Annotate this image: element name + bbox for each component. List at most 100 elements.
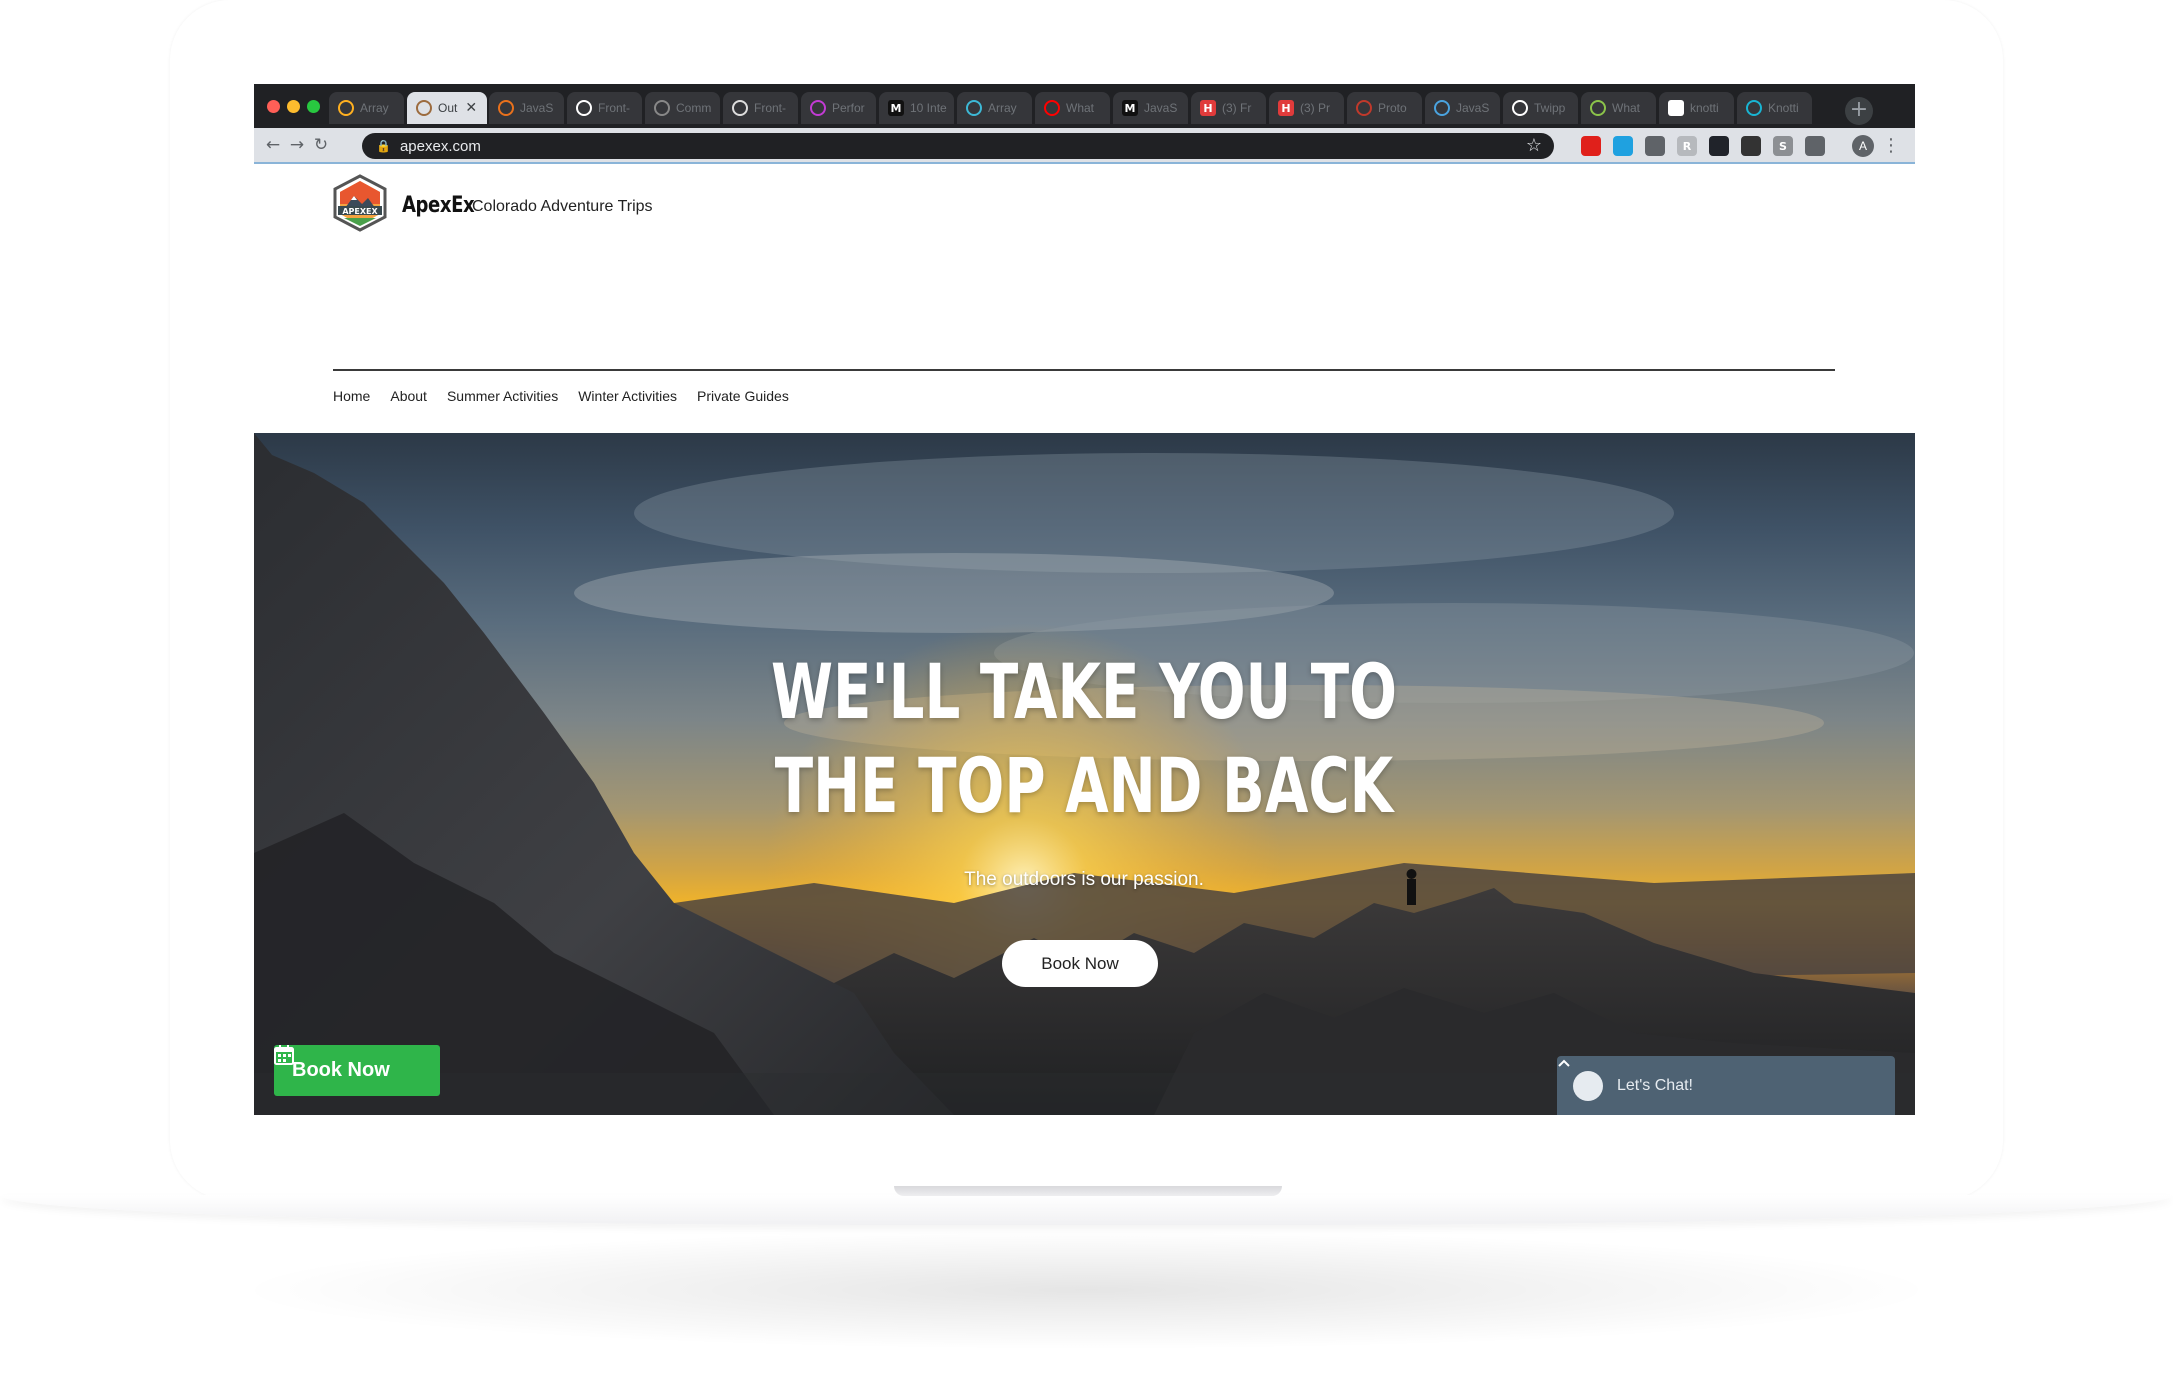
tab-bar: Array Out ✕ JavaS Front- Comm Front- Perfor M 10 …: [254, 84, 1915, 128]
jira-icon: [338, 100, 354, 116]
maximize-window-button[interactable]: [307, 100, 320, 113]
nav-home[interactable]: Home: [333, 388, 370, 404]
google-icon: G: [1668, 100, 1684, 116]
hackernoon-icon: H: [1200, 100, 1216, 116]
forward-button[interactable]: →: [286, 134, 308, 156]
apexex-logo[interactable]: APEXEX: [332, 174, 388, 232]
browser-tab-label: What: [1612, 101, 1641, 115]
apex-icon: [416, 100, 432, 116]
browser-menu-icon[interactable]: ⋮: [1882, 134, 1900, 158]
browser-tab-label: (3) Fr: [1222, 101, 1252, 115]
browser-tab[interactable]: Front-: [567, 92, 642, 124]
browser-tab[interactable]: M 10 Inte: [879, 92, 954, 124]
back-button[interactable]: ←: [262, 134, 284, 156]
fire-icon: [498, 100, 514, 116]
medium-icon: M: [1122, 100, 1138, 116]
browser-tab-label: JavaS: [1144, 101, 1178, 115]
browser-tab-label: Comm: [676, 101, 712, 115]
browser-tab[interactable]: H (3) Fr: [1191, 92, 1266, 124]
browser-tab[interactable]: Comm: [645, 92, 720, 124]
laptop-base: [0, 1195, 2173, 1225]
codepen-icon: [966, 100, 982, 116]
browser-tab-label: Twipp: [1534, 101, 1566, 115]
browser-tab[interactable]: JavaS: [1425, 92, 1500, 124]
nav-private-guides[interactable]: Private Guides: [697, 388, 789, 404]
circle-ext-icon[interactable]: [1741, 136, 1761, 156]
bookmark-star-icon[interactable]: ☆: [1526, 135, 1542, 156]
browser-tab-label: JavaS: [1456, 101, 1490, 115]
mockup-stage: Array Out ✕ JavaS Front- Comm Front- Perfor M 10 …: [0, 0, 2173, 1387]
red-circle-icon: [1356, 100, 1372, 116]
chevron-up-icon[interactable]: [1557, 1056, 1571, 1070]
tab-close-icon[interactable]: ✕: [465, 100, 477, 116]
new-tab-button[interactable]: +: [1845, 97, 1873, 125]
browser-tab[interactable]: Perfor: [801, 92, 876, 124]
browser-tab[interactable]: Proto: [1347, 92, 1422, 124]
nav-about[interactable]: About: [390, 388, 427, 404]
hero-title-line-2: THE TOP AND BACK: [774, 741, 1394, 830]
book-now-widget-label: Book Now: [292, 1059, 390, 1081]
star-icon: [810, 100, 826, 116]
browser-toolbar: ← → ↻ 🔒 apexex.com ☆ R S A ⋮: [254, 128, 1915, 164]
site-header: APEXEX ApexEx Colorado Adventure Trips H…: [254, 164, 1915, 433]
r-ext-icon[interactable]: R: [1677, 136, 1697, 156]
browser-tab-label: Out: [438, 101, 458, 115]
browser-tab[interactable]: M JavaS: [1113, 92, 1188, 124]
youtube-icon: [1044, 100, 1060, 116]
brand-tagline: Colorado Adventure Trips: [472, 198, 653, 215]
browser-tab[interactable]: Array: [957, 92, 1032, 124]
laptop-shadow: [230, 1230, 1943, 1350]
browser-tab-label: knotti: [1690, 101, 1719, 115]
profile-avatar[interactable]: A: [1852, 135, 1874, 157]
hero-section: WE'LL TAKE YOU TO THE TOP AND BACK The o…: [254, 433, 1915, 1115]
brand-name[interactable]: ApexEx: [402, 193, 475, 218]
url-text[interactable]: apexex.com: [400, 138, 481, 155]
minimize-window-button[interactable]: [287, 100, 300, 113]
browser-tab-label: JavaS: [520, 101, 554, 115]
browser-tab[interactable]: Out ✕: [407, 92, 487, 124]
laptop-notch: [894, 1186, 1282, 1196]
chat-smiley-icon: [1558, 1057, 1603, 1101]
chat-widget[interactable]: Let's Chat!: [1557, 1056, 1895, 1115]
browser-tab[interactable]: Twipp: [1503, 92, 1578, 124]
browser-tab-label: Proto: [1378, 101, 1407, 115]
hero-subtitle: The outdoors is our passion.: [964, 869, 1204, 890]
browser-tab[interactable]: Knotti: [1737, 92, 1812, 124]
bird-icon[interactable]: [1613, 136, 1633, 156]
s-ext-icon[interactable]: S: [1773, 136, 1793, 156]
browser-tab-label: Perfor: [832, 101, 865, 115]
opera-icon[interactable]: [1581, 136, 1601, 156]
hero-title: WE'LL TAKE YOU TO THE TOP AND BACK: [751, 645, 1417, 833]
reload-button[interactable]: ↻: [310, 134, 332, 156]
leaf-icon: [1590, 100, 1606, 116]
nav-summer-activities[interactable]: Summer Activities: [447, 388, 558, 404]
header-divider: [333, 369, 1835, 371]
browser-tab-label: Array: [360, 101, 389, 115]
browser-window: Array Out ✕ JavaS Front- Comm Front- Perfor M 10 …: [254, 84, 1915, 1115]
react-ext-icon[interactable]: [1709, 136, 1729, 156]
nav-winter-activities[interactable]: Winter Activities: [578, 388, 677, 404]
browser-tab[interactable]: What: [1035, 92, 1110, 124]
eyedropper-icon[interactable]: [1645, 136, 1665, 156]
chat-label: Let's Chat!: [1617, 1076, 1693, 1094]
browser-tab-label: Array: [988, 101, 1017, 115]
globe-icon: [1434, 100, 1450, 116]
browser-tab[interactable]: Gknotti: [1659, 92, 1734, 124]
hero-title-line-1: WE'LL TAKE YOU TO: [771, 647, 1397, 736]
browser-tab[interactable]: H (3) Pr: [1269, 92, 1344, 124]
medium-icon: M: [888, 100, 904, 116]
github-icon: [1512, 100, 1528, 116]
circle-icon: [1746, 100, 1762, 116]
browser-tab[interactable]: Array: [329, 92, 404, 124]
browser-tab[interactable]: JavaS: [489, 92, 564, 124]
calendar-icon: [274, 1045, 294, 1065]
browser-tab[interactable]: Front-: [723, 92, 798, 124]
address-bar[interactable]: 🔒 apexex.com ☆: [362, 133, 1554, 159]
browser-tab-label: Front-: [598, 101, 631, 115]
hero-book-now-button[interactable]: Book Now: [1002, 940, 1158, 987]
browser-tab[interactable]: What: [1581, 92, 1656, 124]
close-window-button[interactable]: [267, 100, 280, 113]
github-icon: [576, 100, 592, 116]
playlist-icon[interactable]: [1805, 136, 1825, 156]
book-now-widget[interactable]: Book Now: [274, 1045, 440, 1096]
